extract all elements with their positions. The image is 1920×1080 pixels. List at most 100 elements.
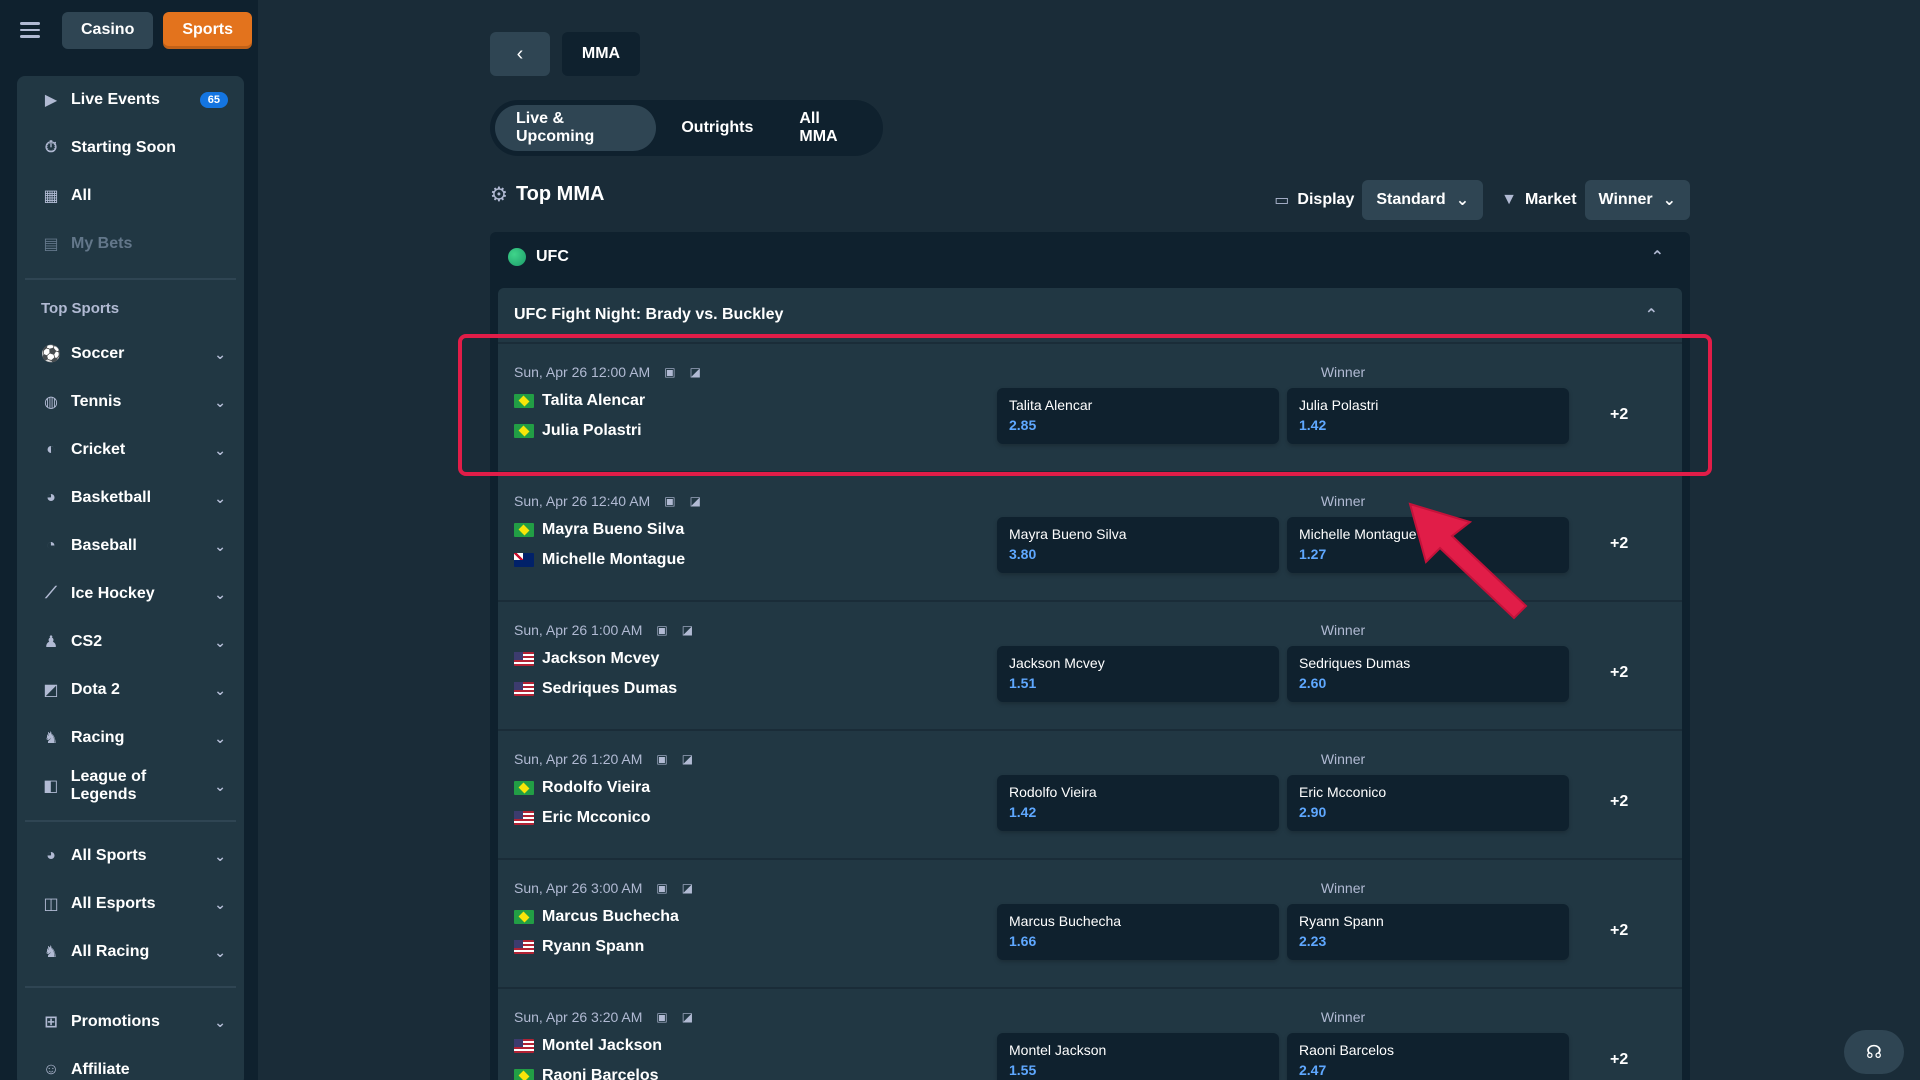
market-name: Winner	[1320, 751, 1366, 767]
odds-value: 2.60	[1299, 675, 1327, 691]
back-button[interactable]: ‹	[490, 32, 550, 76]
odds-outcome-name: Marcus Buchecha	[1009, 913, 1122, 929]
odds-outcome-name: Ryann Spann	[1299, 913, 1384, 929]
sidebar-item-label: All Racing	[71, 943, 150, 960]
team-name: Montel Jackson	[542, 1037, 663, 1054]
chevron-down-icon[interactable]: ⌄	[214, 346, 226, 363]
chevron-down-icon[interactable]: ⌄	[214, 730, 226, 747]
support-button[interactable]: ☊	[1844, 1030, 1904, 1074]
match-row[interactable]: Sun, Apr 26 1:20 AM ▣ ◪ Winner Rodolfo V…	[498, 729, 1682, 858]
chevron-down-icon[interactable]: ⌄	[214, 586, 226, 603]
more-markets-button[interactable]: +2	[1610, 793, 1628, 811]
sidebar-item-starting-soon[interactable]: ⏱ Starting Soon	[25, 124, 236, 172]
odds-button-1[interactable]: Marcus Buchecha 1.66	[997, 904, 1279, 960]
sports-button[interactable]: Sports	[163, 11, 253, 49]
match-time: Sun, Apr 26 12:40 AM	[514, 493, 651, 509]
match-row[interactable]: Sun, Apr 26 3:20 AM ▣ ◪ Winner Montel Ja…	[498, 987, 1682, 1080]
sidebar-item-label: All	[71, 187, 92, 204]
live-stream-icon[interactable]: ▣	[664, 494, 675, 508]
stats-icon[interactable]: ◪	[682, 881, 693, 895]
sidebar-item-label: Ice Hockey	[71, 585, 155, 602]
chevron-down-icon[interactable]: ⌄	[214, 442, 226, 459]
chevron-down-icon[interactable]: ⌄	[214, 394, 226, 411]
monitor-icon: ▭	[1274, 192, 1290, 209]
chevron-down-icon[interactable]: ⌄	[214, 682, 226, 699]
users-icon: ☺	[42, 1061, 60, 1078]
odds-outcome-name: Eric Mcconico	[1299, 784, 1387, 800]
odds-button-2[interactable]: Ryann Spann 2.23	[1287, 904, 1569, 960]
stats-icon[interactable]: ◪	[690, 494, 701, 508]
sidebar-item-label: Soccer	[71, 345, 125, 362]
odds-button-2[interactable]: Raoni Barcelos 2.47	[1287, 1033, 1569, 1080]
more-markets-button[interactable]: +2	[1610, 535, 1628, 553]
horse-icon: ♞	[43, 730, 59, 747]
market-name: Winner	[1320, 622, 1366, 638]
league-header[interactable]: UFC ⌃	[490, 232, 1690, 282]
market-select[interactable]: Winner ⌄	[1584, 180, 1690, 220]
sidebar-item-dota-2[interactable]: ◩ Dota 2 ⌄	[25, 666, 236, 714]
sidebar-item-label: All Sports	[71, 847, 147, 864]
display-select[interactable]: Standard ⌄	[1362, 180, 1484, 220]
match-row[interactable]: Sun, Apr 26 3:00 AM ▣ ◪ Winner Marcus Bu…	[498, 858, 1682, 987]
live-stream-icon[interactable]: ▣	[656, 752, 667, 766]
sidebar-item-all-racing[interactable]: ♞ All Racing ⌄	[25, 928, 236, 976]
sidebar-item-baseball[interactable]: ◔ Baseball ⌄	[25, 522, 236, 570]
odds-button-2[interactable]: Sedriques Dumas 2.60	[1287, 646, 1569, 702]
chevron-down-icon[interactable]: ⌄	[214, 1014, 226, 1031]
sidebar-item-basketball[interactable]: ◕ Basketball ⌄	[25, 474, 236, 522]
team-2: Raoni Barcelos	[514, 1067, 658, 1080]
chevron-up-icon[interactable]: ⌃	[1645, 305, 1658, 325]
odds-button-1[interactable]: Rodolfo Vieira 1.42	[997, 775, 1279, 831]
chevron-down-icon[interactable]: ⌄	[214, 490, 226, 507]
live-stream-icon[interactable]: ▣	[656, 623, 667, 637]
team-name: Sedriques Dumas	[542, 680, 678, 697]
sidebar-item-my-bets[interactable]: ▤ My Bets	[25, 220, 236, 268]
chevron-down-icon[interactable]: ⌄	[214, 896, 226, 913]
market-controls: ▭ Display Standard ⌄ ▼ Market Winner ⌄	[1264, 180, 1690, 220]
sidebar-item-live-events[interactable]: ▶ Live Events 65	[25, 76, 236, 124]
chevron-down-icon[interactable]: ⌄	[214, 944, 226, 961]
tab-live-upcoming[interactable]: Live & Upcoming	[495, 105, 657, 151]
team-name: Raoni Barcelos	[542, 1067, 659, 1080]
odds-outcome-name: Raoni Barcelos	[1299, 1042, 1394, 1058]
sidebar-item-all-esports[interactable]: ◫ All Esports ⌄	[25, 880, 236, 928]
more-markets-button[interactable]: +2	[1610, 922, 1628, 940]
tab-outrights[interactable]: Outrights	[660, 105, 774, 151]
live-stream-icon[interactable]: ▣	[656, 1010, 667, 1024]
tab-all-mma[interactable]: All MMA	[778, 105, 878, 151]
sidebar: Casino Sports ▶ Live Events 65 ⏱ Startin…	[0, 0, 258, 1080]
odds-button-1[interactable]: Montel Jackson 1.55	[997, 1033, 1279, 1080]
odds-button-2[interactable]: Eric Mcconico 2.90	[1287, 775, 1569, 831]
sidebar-item-affiliate[interactable]: ☺ Affiliate	[25, 1046, 236, 1080]
sidebar-item-label: Affiliate	[71, 1061, 130, 1078]
sidebar-item-cricket[interactable]: ◐ Cricket ⌄	[25, 426, 236, 474]
menu-icon[interactable]	[20, 20, 40, 40]
sidebar-item-all[interactable]: ▦ All	[25, 172, 236, 220]
sidebar-item-league-of-legends[interactable]: ◧ League of Legends ⌄	[25, 762, 236, 810]
sidebar-item-soccer[interactable]: ⚽ Soccer ⌄	[25, 330, 236, 378]
more-markets-button[interactable]: +2	[1610, 1051, 1628, 1069]
sidebar-item-ice-hockey[interactable]: ⟋ Ice Hockey ⌄	[25, 570, 236, 618]
stats-icon[interactable]: ◪	[682, 752, 693, 766]
chevron-down-icon[interactable]: ⌄	[214, 538, 226, 555]
odds-button-1[interactable]: Jackson Mcvey 1.51	[997, 646, 1279, 702]
stats-icon[interactable]: ◪	[682, 1010, 693, 1024]
sidebar-item-racing[interactable]: ♞ Racing ⌄	[25, 714, 236, 762]
chevron-up-icon[interactable]: ⌃	[1651, 247, 1664, 267]
casino-button[interactable]: Casino	[62, 11, 154, 49]
odds-value: 1.55	[1009, 1062, 1037, 1078]
market-label: Market	[1524, 191, 1577, 208]
chevron-down-icon[interactable]: ⌄	[214, 778, 226, 795]
market-name: Winner	[1320, 1009, 1366, 1025]
stats-icon[interactable]: ◪	[682, 623, 693, 637]
live-stream-icon[interactable]: ▣	[656, 881, 667, 895]
odds-button-1[interactable]: Mayra Bueno Silva 3.80	[997, 517, 1279, 573]
flag-icon	[514, 523, 534, 537]
chevron-down-icon[interactable]: ⌄	[214, 848, 226, 865]
sidebar-item-all-sports[interactable]: ◕ All Sports ⌄	[25, 832, 236, 880]
sidebar-item-cs2[interactable]: ♟ CS2 ⌄	[25, 618, 236, 666]
chevron-down-icon[interactable]: ⌄	[214, 634, 226, 651]
sidebar-item-tennis[interactable]: ◍ Tennis ⌄	[25, 378, 236, 426]
sidebar-item-promotions[interactable]: ⊞ Promotions ⌄	[25, 998, 236, 1046]
more-markets-button[interactable]: +2	[1610, 664, 1628, 682]
